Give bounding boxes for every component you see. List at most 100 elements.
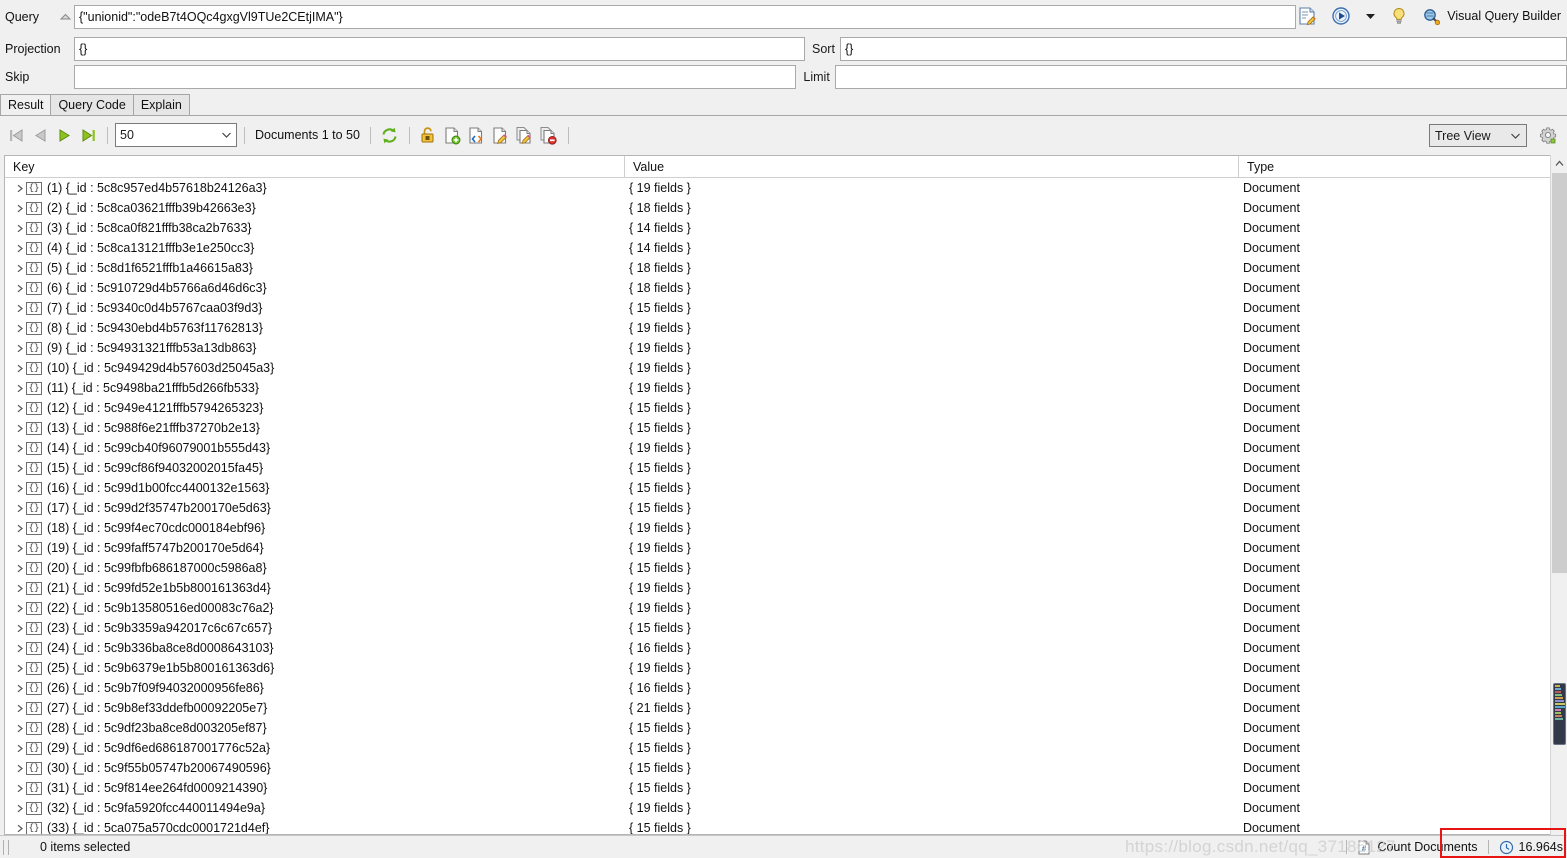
table-row[interactable]: {} (17) {_id : 5c99d2f35747b200170e5d63}{…: [5, 498, 1563, 518]
row-key-cell[interactable]: {} (33) {_id : 5ca075a570cdc0001721d4ef}: [5, 821, 625, 834]
row-key-cell[interactable]: {} (14) {_id : 5c99cb40f96079001b555d43}: [5, 441, 625, 455]
query-input[interactable]: {"unionid":"odeB7t4OQc4gxgVl9TUe2CEtjIMA…: [74, 5, 1296, 29]
row-key-cell[interactable]: {} (3) {_id : 5c8ca0f821fffb38ca2b7633}: [5, 221, 625, 235]
visual-query-builder-button[interactable]: Visual Query Builder: [1422, 7, 1561, 26]
expand-chevron-right-icon[interactable]: [13, 644, 26, 653]
table-row[interactable]: {} (31) {_id : 5c9f814ee264fd0009214390}{…: [5, 778, 1563, 798]
expand-chevron-right-icon[interactable]: [13, 304, 26, 313]
page-size-select[interactable]: 50: [115, 123, 237, 147]
expand-chevron-right-icon[interactable]: [13, 324, 26, 333]
expand-chevron-right-icon[interactable]: [13, 664, 26, 673]
row-key-cell[interactable]: {} (10) {_id : 5c949429d4b57603d25045a3}: [5, 361, 625, 375]
table-row[interactable]: {} (3) {_id : 5c8ca0f821fffb38ca2b7633} { …: [5, 218, 1563, 238]
column-header-key[interactable]: Key: [5, 156, 625, 177]
row-key-cell[interactable]: {} (13) {_id : 5c988f6e21fffb37270b2e13}: [5, 421, 625, 435]
row-value-cell[interactable]: { 19 fields }: [625, 361, 1239, 375]
edit-query-icon[interactable]: [1296, 5, 1318, 27]
vertical-scrollbar[interactable]: [1550, 155, 1567, 835]
table-row[interactable]: {} (21) {_id : 5c99fd52e1b5b800161363d4}{…: [5, 578, 1563, 598]
table-row[interactable]: {} (6) {_id : 5c910729d4b5766a6d46d6c3} { …: [5, 278, 1563, 298]
row-value-cell[interactable]: { 15 fields }: [625, 481, 1239, 495]
tab-explain[interactable]: Explain: [132, 94, 190, 115]
row-key-cell[interactable]: {} (18) {_id : 5c99f4ec70cdc000184ebf96}: [5, 521, 625, 535]
expand-chevron-right-icon[interactable]: [13, 444, 26, 453]
row-key-cell[interactable]: {} (29) {_id : 5c9df6ed686187001776c52a}: [5, 741, 625, 755]
row-key-cell[interactable]: {} (22) {_id : 5c9b13580516ed00083c76a2}: [5, 601, 625, 615]
projection-input[interactable]: {}: [74, 37, 806, 61]
expand-chevron-right-icon[interactable]: [13, 264, 26, 273]
expand-chevron-right-icon[interactable]: [13, 224, 26, 233]
row-value-cell[interactable]: { 15 fields }: [625, 301, 1239, 315]
table-row[interactable]: {} (5) {_id : 5c8d1f6521fffb1a46615a83} { …: [5, 258, 1563, 278]
row-key-cell[interactable]: {} (12) {_id : 5c949e4121fffb5794265323}: [5, 401, 625, 415]
row-key-cell[interactable]: {} (23) {_id : 5c9b3359a942017c6c67c657}: [5, 621, 625, 635]
row-value-cell[interactable]: { 15 fields }: [625, 821, 1239, 834]
expand-chevron-right-icon[interactable]: [13, 724, 26, 733]
table-row[interactable]: {} (24) {_id : 5c9b336ba8ce8d0008643103}{…: [5, 638, 1563, 658]
expand-chevron-right-icon[interactable]: [13, 204, 26, 213]
sort-input[interactable]: {}: [839, 37, 1567, 61]
expand-chevron-right-icon[interactable]: [13, 704, 26, 713]
row-key-cell[interactable]: {} (25) {_id : 5c9b6379e1b5b800161363d6}: [5, 661, 625, 675]
table-row[interactable]: {} (30) {_id : 5c9f55b05747b20067490596}{…: [5, 758, 1563, 778]
run-query-icon[interactable]: [1330, 5, 1352, 27]
row-key-cell[interactable]: {} (28) {_id : 5c9df23ba8ce8d003205ef87}: [5, 721, 625, 735]
row-key-cell[interactable]: {} (21) {_id : 5c99fd52e1b5b800161363d4}: [5, 581, 625, 595]
table-row[interactable]: {} (23) {_id : 5c9b3359a942017c6c67c657}{…: [5, 618, 1563, 638]
row-value-cell[interactable]: { 15 fields }: [625, 761, 1239, 775]
table-row[interactable]: {} (19) {_id : 5c99faff5747b200170e5d64}{…: [5, 538, 1563, 558]
table-row[interactable]: {} (4) {_id : 5c8ca13121fffb3e1e250cc3} { …: [5, 238, 1563, 258]
expand-chevron-right-icon[interactable]: [13, 504, 26, 513]
row-key-cell[interactable]: {} (2) {_id : 5c8ca03621fffb39b42663e3}: [5, 201, 625, 215]
documents-delete-icon[interactable]: [537, 124, 561, 146]
table-row[interactable]: {} (8) {_id : 5c9430ebd4b5763f11762813} { …: [5, 318, 1563, 338]
last-page-button[interactable]: [76, 123, 100, 147]
expand-chevron-right-icon[interactable]: [13, 544, 26, 553]
row-key-cell[interactable]: {} (8) {_id : 5c9430ebd4b5763f11762813}: [5, 321, 625, 335]
next-page-button[interactable]: [52, 123, 76, 147]
chevron-down-icon[interactable]: [1364, 5, 1376, 27]
row-value-cell[interactable]: { 15 fields }: [625, 741, 1239, 755]
expand-chevron-right-icon[interactable]: [13, 404, 26, 413]
row-key-cell[interactable]: {} (26) {_id : 5c9b7f09f94032000956fe86}: [5, 681, 625, 695]
row-key-cell[interactable]: {} (30) {_id : 5c9f55b05747b20067490596}: [5, 761, 625, 775]
table-row[interactable]: {} (14) {_id : 5c99cb40f96079001b555d43}{…: [5, 438, 1563, 458]
table-row[interactable]: {} (33) {_id : 5ca075a570cdc0001721d4ef}{…: [5, 818, 1563, 834]
skip-input[interactable]: [74, 65, 797, 89]
table-row[interactable]: {} (20) {_id : 5c99fbfb686187000c5986a8}{…: [5, 558, 1563, 578]
table-row[interactable]: {} (7) {_id : 5c9340c0d4b5767caa03f9d3} { …: [5, 298, 1563, 318]
column-header-value[interactable]: Value: [625, 156, 1239, 177]
table-row[interactable]: {} (10) {_id : 5c949429d4b57603d25045a3}{…: [5, 358, 1563, 378]
expand-chevron-right-icon[interactable]: [13, 524, 26, 533]
table-row[interactable]: {} (9) {_id : 5c94931321fffb53a13db863} { …: [5, 338, 1563, 358]
gear-icon[interactable]: [1535, 124, 1561, 147]
table-row[interactable]: {} (13) {_id : 5c988f6e21fffb37270b2e13}{…: [5, 418, 1563, 438]
row-value-cell[interactable]: { 15 fields }: [625, 501, 1239, 515]
row-value-cell[interactable]: { 19 fields }: [625, 601, 1239, 615]
row-key-cell[interactable]: {} (20) {_id : 5c99fbfb686187000c5986a8}: [5, 561, 625, 575]
table-row[interactable]: {} (16) {_id : 5c99d1b00fcc4400132e1563}{…: [5, 478, 1563, 498]
row-value-cell[interactable]: { 18 fields }: [625, 201, 1239, 215]
lightbulb-icon[interactable]: [1388, 5, 1410, 27]
row-key-cell[interactable]: {} (4) {_id : 5c8ca13121fffb3e1e250cc3}: [5, 241, 625, 255]
table-row[interactable]: {} (26) {_id : 5c9b7f09f94032000956fe86}{…: [5, 678, 1563, 698]
expand-chevron-right-icon[interactable]: [13, 244, 26, 253]
limit-input[interactable]: [834, 65, 1567, 89]
row-value-cell[interactable]: { 15 fields }: [625, 621, 1239, 635]
table-row[interactable]: {} (15) {_id : 5c99cf86f94032002015fa45}{…: [5, 458, 1563, 478]
row-value-cell[interactable]: { 19 fields }: [625, 181, 1239, 195]
row-value-cell[interactable]: { 14 fields }: [625, 221, 1239, 235]
expand-chevron-right-icon[interactable]: [13, 564, 26, 573]
row-value-cell[interactable]: { 19 fields }: [625, 381, 1239, 395]
row-value-cell[interactable]: { 19 fields }: [625, 441, 1239, 455]
row-value-cell[interactable]: { 21 fields }: [625, 701, 1239, 715]
row-value-cell[interactable]: { 15 fields }: [625, 421, 1239, 435]
table-row[interactable]: {} (2) {_id : 5c8ca03621fffb39b42663e3} { …: [5, 198, 1563, 218]
expand-chevron-right-icon[interactable]: [13, 384, 26, 393]
row-value-cell[interactable]: { 16 fields }: [625, 681, 1239, 695]
row-key-cell[interactable]: {} (11) {_id : 5c9498ba21fffb5d266fb533}: [5, 381, 625, 395]
row-value-cell[interactable]: { 19 fields }: [625, 541, 1239, 555]
row-value-cell[interactable]: { 16 fields }: [625, 641, 1239, 655]
chevron-up-icon[interactable]: [56, 11, 74, 24]
row-key-cell[interactable]: {} (19) {_id : 5c99faff5747b200170e5d64}: [5, 541, 625, 555]
